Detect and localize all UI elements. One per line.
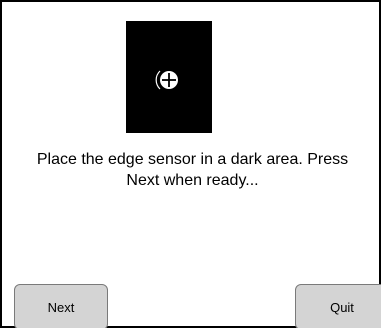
quit-button[interactable]: Quit <box>295 284 381 328</box>
crosshair-circle-icon <box>155 70 178 90</box>
sensor-calibration-dialog: Place the edge sensor in a dark area. Pr… <box>0 0 381 328</box>
next-button[interactable]: Next <box>14 284 108 328</box>
instruction-text: Place the edge sensor in a dark area. Pr… <box>36 151 349 189</box>
dark-area-preview <box>126 21 212 133</box>
